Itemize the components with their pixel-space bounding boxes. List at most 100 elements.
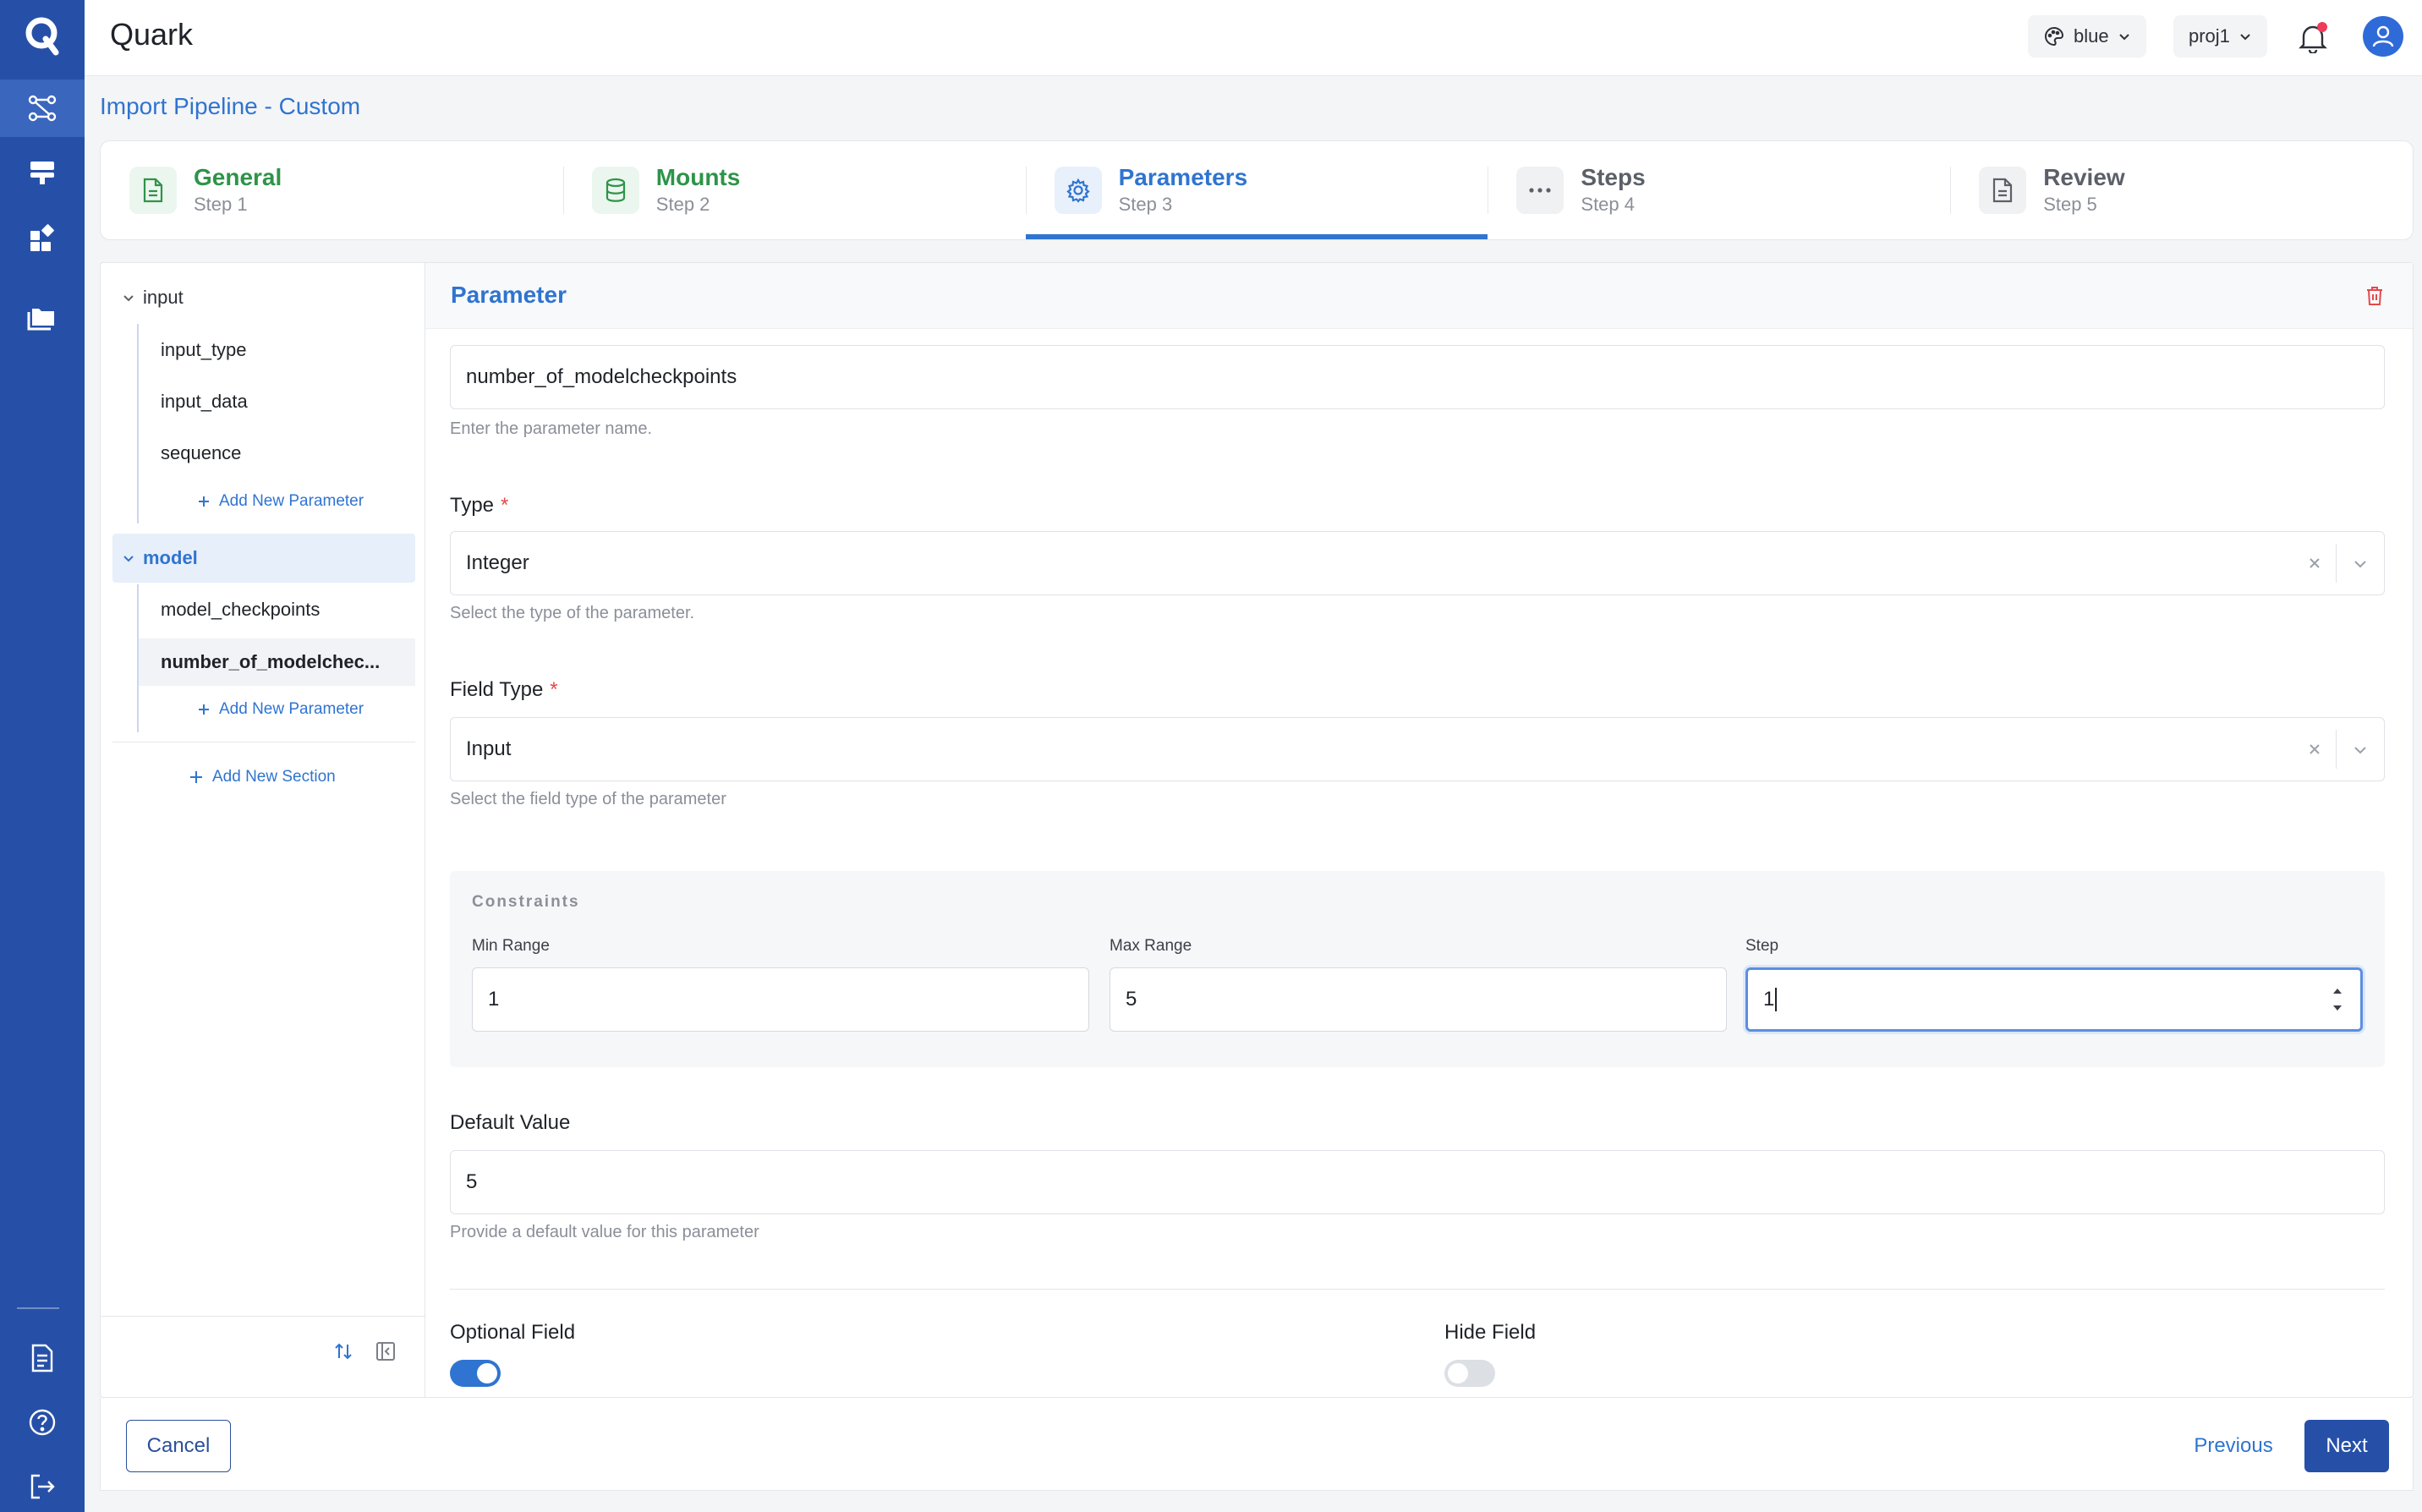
rail-divider	[17, 1307, 59, 1309]
default-value-hint: Provide a default value for this paramet…	[450, 1223, 759, 1241]
min-range-value: 1	[488, 988, 500, 1011]
theme-select[interactable]: blue	[2028, 15, 2146, 58]
document-icon	[129, 167, 177, 214]
app-title: Quark	[110, 17, 194, 52]
step-title: Steps	[1581, 164, 1646, 190]
type-dropdown-button[interactable]	[2337, 532, 2384, 594]
previous-button[interactable]: Previous	[2176, 1420, 2291, 1472]
step-subtitle: Step 2	[655, 194, 710, 215]
chevron-down-icon	[2118, 34, 2129, 41]
top-bar: Quark blue proj1	[85, 0, 2422, 76]
parameter-name-value: number_of_modelcheckpoints	[466, 365, 737, 388]
step-steps[interactable]: Steps Step 4	[1488, 141, 1950, 239]
field-type-dropdown-button[interactable]	[2337, 718, 2384, 781]
hide-field-label: Hide Field	[1444, 1321, 1537, 1344]
next-button[interactable]: Next	[2304, 1420, 2389, 1472]
user-icon	[2372, 25, 2394, 47]
step-subtitle: Step 4	[1581, 194, 1635, 215]
step-title: Mounts	[655, 164, 741, 190]
type-hint: Select the type of the parameter.	[450, 604, 695, 622]
wizard-footer: Cancel Previous Next	[100, 1398, 2414, 1491]
step-review[interactable]: Review Step 5	[1950, 141, 2413, 239]
close-icon	[2310, 558, 2320, 568]
spin-down-icon	[2333, 1005, 2342, 1011]
cancel-button[interactable]: Cancel	[126, 1420, 231, 1472]
field-type-select-value: Input	[466, 737, 512, 760]
apps-nav-icon[interactable]	[0, 210, 85, 267]
constraints-box: Constraints Min Range 1 Max Range 5 Step…	[450, 871, 2385, 1067]
hide-field-toggle[interactable]	[1444, 1360, 1495, 1387]
max-range-input[interactable]: 5	[1110, 967, 1727, 1032]
step-value: 1	[1763, 988, 1775, 1011]
field-type-clear-button[interactable]	[2293, 718, 2336, 781]
step-mounts[interactable]: Mounts Step 2	[562, 141, 1026, 239]
min-range-label: Min Range	[472, 937, 550, 955]
text-cursor	[1775, 988, 1778, 1011]
constraints-title: Constraints	[472, 893, 580, 911]
step-input[interactable]: 1	[1745, 967, 2363, 1032]
default-value-input[interactable]: 5	[450, 1150, 2385, 1214]
parameter-form: number_of_modelcheckpoints Enter the par…	[100, 262, 2414, 1398]
pipelines-nav-icon[interactable]	[0, 79, 85, 137]
step-title: Review	[2043, 164, 2125, 190]
type-select-controls	[2293, 532, 2384, 594]
type-select-value: Integer	[466, 551, 529, 574]
ellipsis-icon	[1516, 167, 1564, 214]
toggle-knob	[1448, 1363, 1468, 1383]
left-rail	[0, 0, 85, 1512]
field-type-hint: Select the field type of the parameter	[450, 790, 726, 808]
default-value-label: Default Value	[450, 1111, 571, 1134]
palette-icon	[2045, 26, 2064, 47]
step-title: General	[194, 164, 282, 190]
optional-field-toggle[interactable]	[450, 1360, 501, 1387]
required-mark: *	[501, 494, 509, 517]
type-select[interactable]: Integer	[450, 531, 2385, 595]
optional-field-label: Optional Field	[450, 1321, 576, 1344]
help-nav-icon[interactable]	[0, 1394, 85, 1451]
field-type-label: Field Type *	[450, 678, 558, 702]
user-avatar[interactable]	[2363, 16, 2403, 57]
min-range-input[interactable]: 1	[472, 967, 1089, 1032]
close-icon	[2310, 744, 2320, 754]
step-subtitle: Step 5	[2043, 194, 2097, 215]
max-range-label: Max Range	[1110, 937, 1192, 955]
theme-select-value: blue	[2074, 25, 2109, 47]
document-icon	[1979, 167, 2027, 214]
chevron-down-icon	[2354, 747, 2366, 754]
logout-nav-icon[interactable]	[0, 1458, 85, 1512]
spin-up-icon	[2333, 989, 2342, 994]
docs-nav-icon[interactable]	[0, 1329, 85, 1387]
chevron-down-icon	[2354, 561, 2366, 568]
page-title: Import Pipeline - Custom	[100, 93, 361, 119]
servers-nav-icon[interactable]	[0, 144, 85, 201]
type-clear-button[interactable]	[2293, 532, 2336, 594]
notifications-button[interactable]	[2292, 17, 2334, 59]
parameter-name-input[interactable]: number_of_modelcheckpoints	[450, 345, 2385, 409]
step-subtitle: Step 1	[194, 194, 248, 215]
step-title: Parameters	[1118, 164, 1248, 190]
type-label: Type *	[450, 494, 508, 518]
quark-logo-icon[interactable]	[0, 0, 85, 71]
step-label: Step	[1745, 937, 1779, 955]
step-general[interactable]: General Step 1	[101, 141, 563, 239]
max-range-value: 5	[1126, 988, 1137, 1011]
project-select-value: proj1	[2189, 25, 2230, 47]
field-type-select[interactable]: Input	[450, 717, 2385, 781]
default-value-value: 5	[466, 1170, 478, 1193]
required-mark: *	[550, 678, 558, 701]
type-label-text: Type	[450, 494, 495, 517]
parameter-name-hint: Enter the parameter name.	[450, 419, 653, 438]
project-select[interactable]: proj1	[2173, 15, 2267, 58]
step-parameters[interactable]: Parameters Step 3	[1025, 141, 1488, 239]
chevron-down-icon	[2240, 34, 2250, 41]
step-spinner[interactable]	[2332, 987, 2345, 1012]
field-type-label-text: Field Type	[450, 678, 544, 701]
wizard-stepper: General Step 1 Mounts Step 2 Parameters …	[100, 140, 2414, 240]
folders-nav-icon[interactable]	[0, 288, 85, 345]
step-subtitle: Step 3	[1118, 194, 1173, 215]
gear-icon	[1054, 167, 1102, 214]
form-divider	[450, 1289, 2385, 1290]
field-type-select-controls	[2293, 718, 2384, 781]
database-icon	[591, 167, 639, 214]
notification-dot	[2317, 22, 2327, 32]
